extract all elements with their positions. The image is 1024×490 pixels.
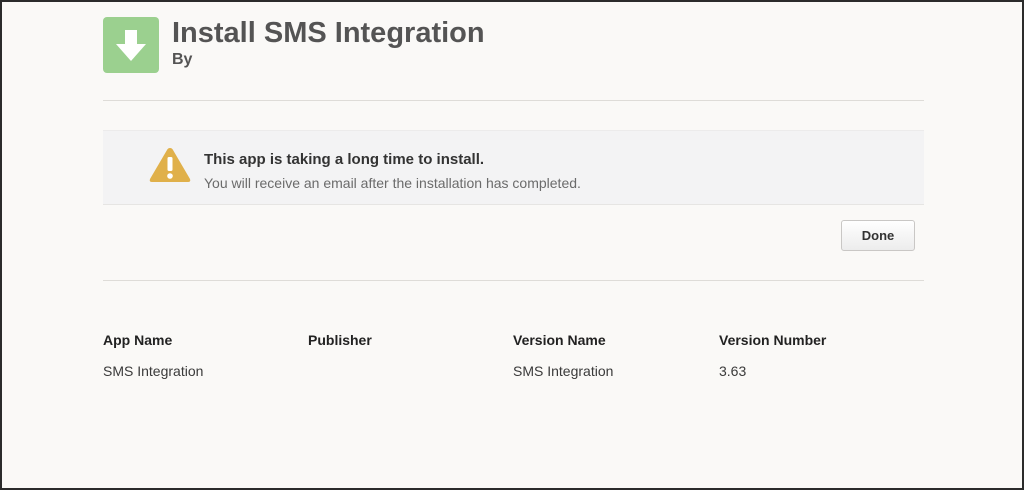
install-status-alert: This app is taking a long time to instal… xyxy=(103,130,924,205)
version-number-column: Version Number 3.63 xyxy=(719,332,826,381)
version-name-column: Version Name SMS Integration xyxy=(513,332,613,381)
install-page: Install SMS Integration By This app is t… xyxy=(0,0,1024,490)
version-number-header: Version Number xyxy=(719,332,827,348)
alert-message: You will receive an email after the inst… xyxy=(204,175,581,191)
top-divider xyxy=(103,100,924,101)
publisher-value xyxy=(308,363,372,381)
warning-icon xyxy=(149,148,191,182)
section-divider xyxy=(103,280,924,281)
publisher-column: Publisher xyxy=(308,332,372,381)
download-icon xyxy=(103,17,159,73)
version-name-value: SMS Integration xyxy=(513,363,614,379)
publisher-by-label: By xyxy=(172,51,193,68)
app-name-header: App Name xyxy=(103,332,173,348)
alert-heading: This app is taking a long time to instal… xyxy=(204,151,485,168)
app-name-value: SMS Integration xyxy=(103,363,204,379)
page-title: Install SMS Integration xyxy=(172,17,485,49)
version-number-value: 3.63 xyxy=(719,363,747,379)
done-button[interactable]: Done xyxy=(841,220,915,251)
publisher-header: Publisher xyxy=(308,332,372,348)
version-name-header: Version Name xyxy=(513,332,606,348)
app-name-column: App Name SMS Integration xyxy=(103,332,203,381)
